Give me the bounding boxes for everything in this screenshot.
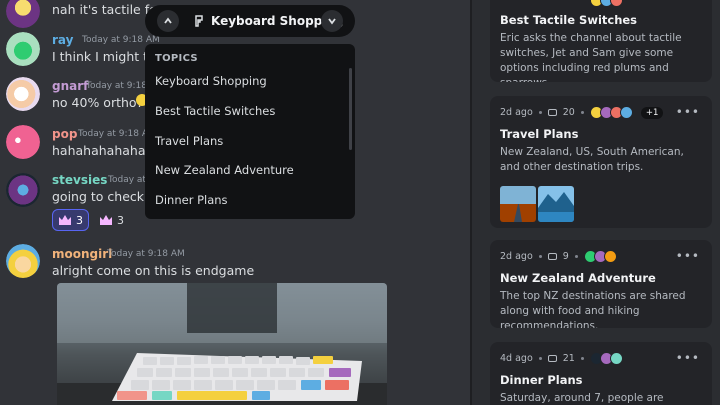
previous-topic-button[interactable]: [157, 10, 179, 32]
topic-item[interactable]: Best Tactile Switches: [155, 104, 275, 118]
reply-icon: [547, 253, 557, 260]
username[interactable]: stevsies: [52, 173, 107, 187]
thread-meta: 4d ago 21: [500, 352, 623, 365]
more-options-icon[interactable]: •••: [676, 105, 700, 119]
avatar[interactable]: [6, 125, 40, 159]
thread-title: Dinner Plans: [500, 373, 583, 387]
thread-age: 4d ago: [500, 353, 533, 364]
thread-description: Saturday, around 7, people are meeting: [500, 392, 664, 404]
thread-age: 2d ago: [500, 107, 533, 118]
lake-image: [538, 186, 574, 222]
next-topic-button[interactable]: [321, 10, 343, 32]
username[interactable]: moongirl: [52, 247, 112, 261]
participant-avatars: [589, 106, 633, 119]
reaction-button[interactable]: 3: [52, 209, 89, 231]
extra-participants-badge: +1: [640, 106, 664, 119]
avatar[interactable]: [6, 32, 40, 66]
topics-panel: Best Tactile Switches Eric asks the chan…: [472, 0, 720, 405]
chevron-up-icon: [164, 17, 172, 24]
topic-item[interactable]: Keyboard Shopping: [155, 74, 267, 88]
topic-item[interactable]: New Zealand Adventure: [155, 163, 294, 177]
topic-item[interactable]: Travel Plans: [155, 134, 223, 148]
reply-count: 20: [562, 107, 575, 118]
reply-icon: [547, 355, 557, 362]
thread-age: 2d ago: [500, 251, 533, 262]
road-image: [500, 186, 536, 222]
participant-avatars: [589, 352, 623, 365]
message-text: hahahahahaha: [52, 143, 146, 158]
avatar[interactable]: [6, 0, 40, 28]
thread-card[interactable]: Best Tactile Switches Eric asks the chan…: [490, 0, 712, 82]
keyboard-photo[interactable]: [57, 283, 387, 405]
more-options-icon[interactable]: •••: [676, 249, 700, 263]
chevron-down-icon: [328, 18, 336, 25]
avatar[interactable]: [6, 77, 40, 111]
menu-heading: TOPICS: [155, 53, 198, 64]
username[interactable]: ray: [52, 33, 73, 47]
timestamp: Today at 9:18 AM: [107, 249, 185, 259]
topic-item[interactable]: Dinner Plans: [155, 193, 228, 207]
crown-icon: [59, 215, 71, 225]
username[interactable]: pop: [52, 127, 77, 141]
reaction-count: 3: [76, 213, 83, 227]
thread-meta: 2d ago 9: [500, 250, 617, 263]
thread-card[interactable]: 2d ago 20 +1 ••• Travel Plans New Zealan…: [490, 96, 712, 228]
thread-description: The top NZ destinations are shared along…: [500, 290, 686, 328]
topics-menu: TOPICS Keyboard Shopping Best Tactile Sw…: [145, 44, 355, 219]
crown-icon: [100, 215, 112, 225]
thread-image[interactable]: [538, 186, 574, 222]
username[interactable]: gnarf: [52, 79, 88, 93]
avatar[interactable]: [6, 244, 40, 278]
thread-title: Travel Plans: [500, 127, 579, 141]
reaction-button[interactable]: 3: [94, 209, 129, 231]
thread-image[interactable]: [500, 186, 536, 222]
thread-icon: [195, 15, 203, 27]
thread-description: Eric asks the channel about tactile swit…: [500, 32, 682, 82]
thread-description: New Zealand, US, South American, and oth…: [500, 146, 684, 173]
avatar[interactable]: [6, 173, 40, 207]
more-options-icon[interactable]: •••: [676, 351, 700, 365]
participant-avatars: [590, 0, 623, 7]
reaction-count: 3: [117, 213, 124, 227]
message-text: no 40% ortho?: [52, 95, 144, 110]
thread-card[interactable]: 4d ago 21 ••• Dinner Plans Saturday, aro…: [490, 342, 712, 405]
participant-avatars: [583, 250, 617, 263]
menu-scrollbar[interactable]: [349, 68, 352, 150]
keyboard-image: [57, 283, 387, 405]
thread-meta: 2d ago 20 +1: [500, 106, 664, 119]
topic-switcher: Keyboard Shopping: [145, 5, 355, 37]
reply-count: 21: [562, 353, 575, 364]
message-text: alright come on this is endgame: [52, 263, 255, 278]
reply-count: 9: [562, 251, 569, 262]
reply-icon: [547, 109, 557, 116]
thread-card[interactable]: 2d ago 9 ••• New Zealand Adventure The t…: [490, 240, 712, 328]
thread-title: Best Tactile Switches: [500, 13, 638, 27]
thread-title: New Zealand Adventure: [500, 271, 656, 285]
